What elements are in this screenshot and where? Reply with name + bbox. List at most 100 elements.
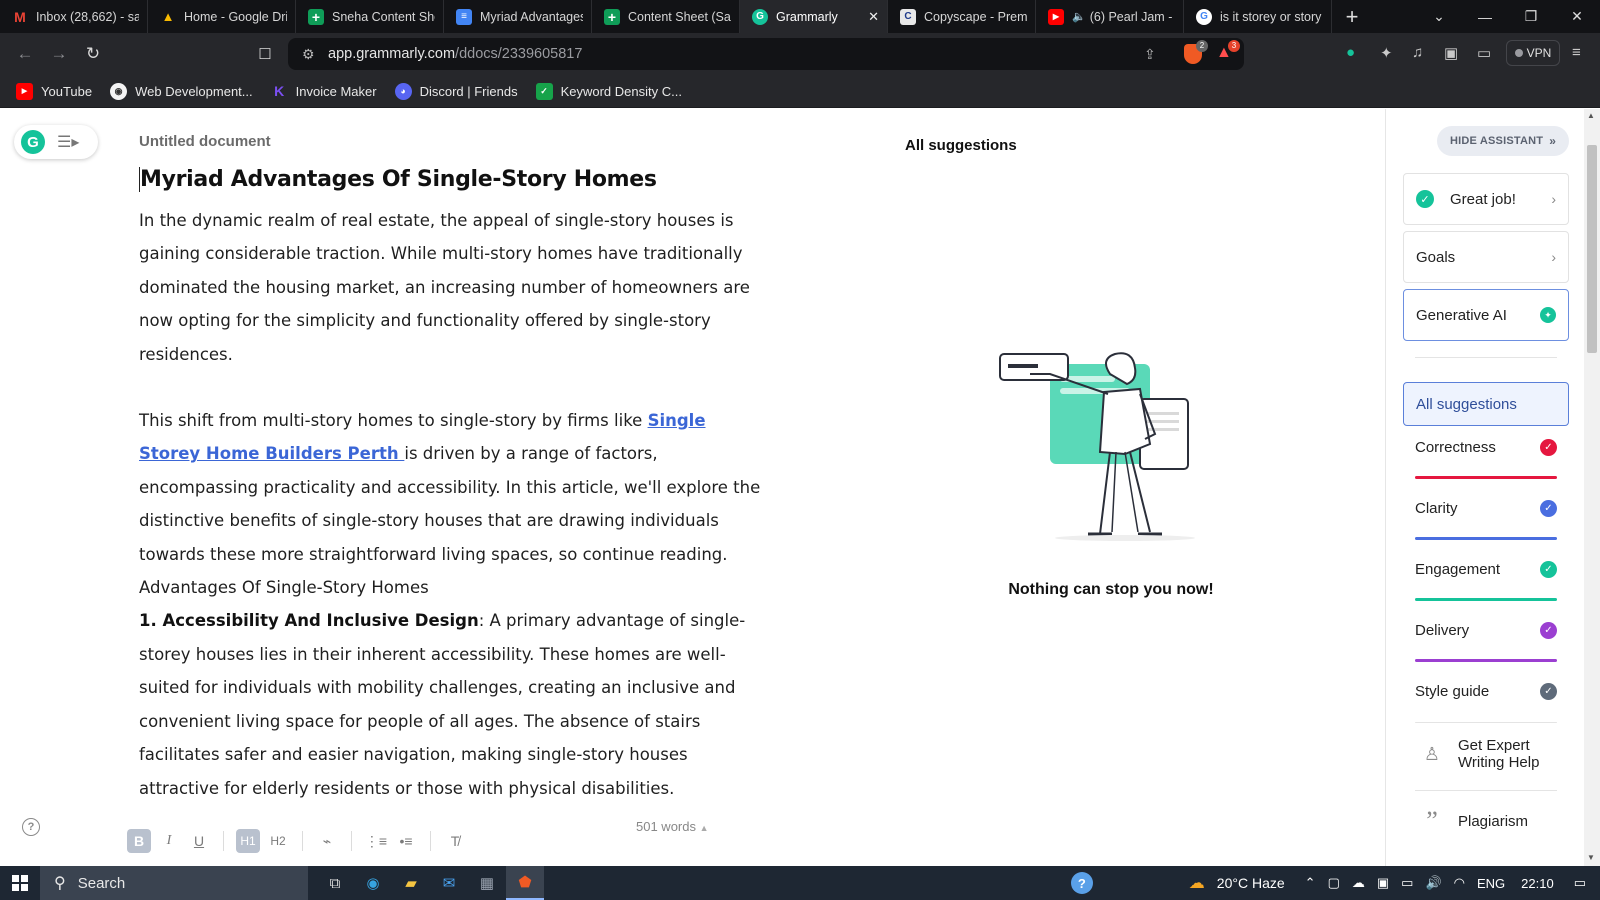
wifi-icon[interactable]: ◠ bbox=[1454, 875, 1465, 891]
category-clarity[interactable]: Clarity ✓ bbox=[1415, 500, 1557, 540]
link-icon[interactable]: ⌁ bbox=[315, 829, 339, 853]
edge-icon[interactable]: ◉ bbox=[354, 866, 392, 900]
document-editor[interactable]: Myriad Advantages Of Single-Story Homes … bbox=[139, 167, 764, 805]
grammarly-menu-button[interactable]: G ☰▸ bbox=[14, 125, 98, 159]
category-engagement[interactable]: Engagement ✓ bbox=[1415, 561, 1557, 601]
bookmark-invoice-maker[interactable]: K Invoice Maker bbox=[271, 83, 376, 100]
tab-google-drive[interactable]: ▲Home - Google Drive bbox=[148, 0, 296, 33]
file-explorer-icon[interactable]: ▰ bbox=[392, 866, 430, 900]
document-heading[interactable]: Myriad Advantages Of Single-Story Homes bbox=[139, 167, 764, 192]
subheading-advantages[interactable]: Advantages Of Single-Story Homes bbox=[139, 571, 764, 604]
grammarly-logo-icon: G bbox=[21, 130, 45, 154]
notification-center-icon[interactable]: ▭ bbox=[1574, 875, 1586, 891]
app-tray-icon[interactable]: ▣ bbox=[1377, 875, 1389, 891]
calculator-icon[interactable]: ▦ bbox=[468, 866, 506, 900]
brave-shields-badge: 2 bbox=[1196, 40, 1208, 52]
scrollbar-thumb[interactable] bbox=[1587, 145, 1597, 353]
reload-icon[interactable]: ↻ bbox=[76, 37, 110, 71]
bookmark-youtube[interactable]: ▶ YouTube bbox=[16, 82, 92, 100]
tab-google-search[interactable]: Gis it storey or story bbox=[1184, 0, 1332, 33]
tab-content-sheet[interactable]: + Content Sheet (Sau bbox=[592, 0, 740, 33]
speaker-icon[interactable]: 🔈 bbox=[1072, 10, 1086, 23]
goals-card[interactable]: Goals › bbox=[1403, 231, 1569, 283]
onedrive-icon[interactable]: ☁ bbox=[1352, 875, 1365, 891]
italic-button[interactable]: I bbox=[157, 829, 181, 853]
brave-browser-icon[interactable]: ⬟ bbox=[506, 866, 544, 900]
share-icon[interactable]: ⇪ bbox=[1144, 46, 1156, 63]
heading1-button[interactable]: H1 bbox=[236, 829, 260, 853]
volume-icon[interactable]: 🔊 bbox=[1425, 875, 1441, 891]
mail-icon[interactable]: ✉ bbox=[430, 866, 468, 900]
site-settings-icon[interactable]: ⚙ bbox=[302, 46, 315, 63]
close-window-button[interactable]: ✕ bbox=[1554, 0, 1600, 33]
minimize-button[interactable]: — bbox=[1462, 0, 1508, 33]
wallet-icon[interactable]: ▭ bbox=[1477, 44, 1491, 62]
tab-gmail[interactable]: M Inbox (28,662) - sau bbox=[0, 0, 148, 33]
double-chevron-right-icon: » bbox=[1549, 134, 1557, 148]
paragraph-shift[interactable]: This shift from multi-story homes to sin… bbox=[139, 404, 764, 571]
grammarly-extension-icon[interactable]: ● bbox=[1346, 44, 1355, 61]
clear-formatting-icon[interactable]: T̸ bbox=[443, 829, 467, 853]
bookmark-keyword-density[interactable]: ✓ Keyword Density C... bbox=[535, 82, 682, 100]
bookmark-discord[interactable]: ◕ Discord | Friends bbox=[394, 82, 518, 100]
meet-now-icon[interactable]: ▢ bbox=[1328, 875, 1340, 891]
weather-text[interactable]: 20°C Haze bbox=[1217, 875, 1285, 891]
paragraph-intro[interactable]: In the dynamic realm of real estate, the… bbox=[139, 204, 764, 371]
new-tab-button[interactable]: + bbox=[1332, 0, 1372, 33]
hide-assistant-button[interactable]: HIDE ASSISTANT» bbox=[1437, 126, 1569, 156]
extensions-icon[interactable]: ✦ bbox=[1380, 44, 1393, 62]
underline-button[interactable]: U bbox=[187, 829, 211, 853]
category-correctness[interactable]: Correctness ✓ bbox=[1415, 439, 1557, 479]
show-hidden-icons-chevron-icon[interactable]: ⌃ bbox=[1305, 875, 1316, 891]
bold-button[interactable]: B bbox=[127, 829, 151, 853]
heading2-button[interactable]: H2 bbox=[266, 829, 290, 853]
paragraph-accessibility[interactable]: 1. Accessibility And Inclusive Design: A… bbox=[139, 604, 764, 804]
close-tab-icon[interactable]: ✕ bbox=[868, 9, 879, 25]
bookmark-web-development[interactable]: ◉ Web Development... bbox=[110, 82, 253, 100]
restore-button[interactable]: ❐ bbox=[1508, 0, 1554, 33]
address-bar[interactable]: ⚙ app.grammarly.com/ddocs/2339605817 ⇪ 2… bbox=[288, 38, 1244, 70]
task-view-icon[interactable]: ⧉ bbox=[316, 866, 354, 900]
taskbar-search-box[interactable]: ⚲ Search bbox=[40, 866, 308, 900]
tab-search-chevron-icon[interactable]: ⌄ bbox=[1416, 0, 1462, 33]
bulleted-list-icon[interactable]: •≡ bbox=[394, 829, 418, 853]
great-job-card[interactable]: ✓ Great job! › bbox=[1403, 173, 1569, 225]
battery-icon[interactable]: ▭ bbox=[1401, 875, 1413, 891]
bookmark-icon[interactable]: ☐ bbox=[248, 37, 282, 71]
plagiarism-button[interactable]: ” Plagiarism bbox=[1420, 808, 1528, 834]
category-delivery[interactable]: Delivery ✓ bbox=[1415, 622, 1557, 662]
tab-myriad-advantages-doc[interactable]: ≡ Myriad Advantages bbox=[444, 0, 592, 33]
scroll-down-arrow-icon[interactable]: ▼ bbox=[1587, 853, 1595, 862]
help-tips-icon[interactable]: ? bbox=[1070, 872, 1093, 894]
tab-youtube-pearl-jam[interactable]: ▶ 🔈 (6) Pearl Jam - Y bbox=[1036, 0, 1184, 33]
tab-grammarly[interactable]: G Grammarly ✕ bbox=[740, 0, 888, 33]
tab-copyscape[interactable]: C Copyscape - Premiu bbox=[888, 0, 1036, 33]
expert-writing-help-button[interactable]: ♙ Get Expert Writing Help bbox=[1420, 737, 1568, 771]
tab-sneha-content-sheet[interactable]: +Sneha Content Shee bbox=[296, 0, 444, 33]
browser-menu-icon[interactable]: ≡ bbox=[1572, 44, 1581, 61]
document-title[interactable]: Untitled document bbox=[139, 133, 271, 150]
generative-ai-card[interactable]: Generative AI ✦ bbox=[1403, 289, 1569, 341]
page-scrollbar[interactable]: ▲ ▼ bbox=[1584, 109, 1600, 866]
media-controls-icon[interactable]: ♫ bbox=[1412, 44, 1423, 61]
windows-start-button[interactable] bbox=[0, 866, 40, 900]
google-sheets-icon: + bbox=[308, 8, 324, 25]
language-indicator[interactable]: ENG bbox=[1477, 876, 1505, 891]
clock[interactable]: 22:10 bbox=[1521, 876, 1554, 891]
folder-globe-icon: ◉ bbox=[110, 82, 128, 100]
help-icon[interactable]: ? bbox=[22, 818, 40, 836]
scroll-up-arrow-icon[interactable]: ▲ bbox=[1587, 111, 1595, 120]
ordered-list-icon[interactable]: ⋮≡ bbox=[364, 829, 388, 853]
all-suggestions-filter[interactable]: All suggestions bbox=[1403, 382, 1569, 426]
windows-taskbar: ⚲ Search ⧉ ◉ ▰ ✉ ▦ ⬟ ? ☁ 20°C Haze ⌃ ▢ ☁… bbox=[0, 866, 1600, 900]
url-text[interactable]: app.grammarly.com/ddocs/2339605817 bbox=[328, 46, 582, 62]
youtube-icon: ▶ bbox=[1048, 8, 1064, 25]
forward-icon[interactable]: → bbox=[42, 37, 76, 71]
vpn-button[interactable]: VPN bbox=[1506, 40, 1560, 66]
chevron-right-icon: › bbox=[1551, 249, 1556, 265]
word-count[interactable]: 501 words ▲ bbox=[636, 819, 709, 834]
category-style-guide[interactable]: Style guide ✓ bbox=[1415, 683, 1557, 723]
back-icon[interactable]: ← bbox=[8, 37, 42, 71]
copyscape-icon: C bbox=[900, 8, 916, 25]
sidebar-icon[interactable]: ▣ bbox=[1444, 44, 1458, 62]
